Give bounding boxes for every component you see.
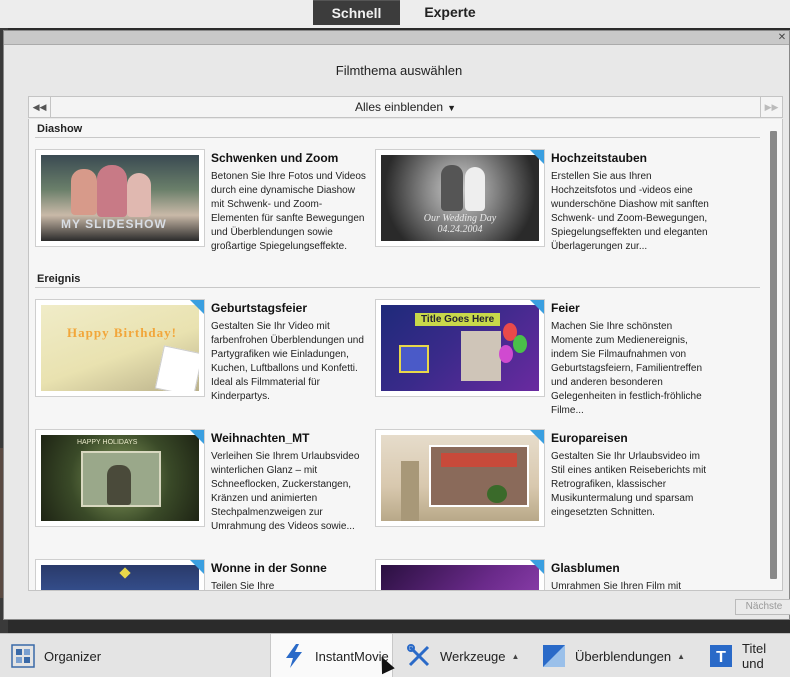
ueberblendungen-button[interactable]: Überblendungen ▲ bbox=[541, 634, 685, 677]
item-title: Schwenken und Zoom bbox=[211, 151, 339, 165]
item-description: Teilen Sie Ihre bbox=[211, 581, 275, 591]
theme-list[interactable]: Diashow MY SLIDESHOW Schwenken und Zoom … bbox=[28, 119, 783, 591]
lightning-icon bbox=[281, 643, 307, 669]
mode-bar: Schnell Experte bbox=[0, 0, 790, 28]
theme-item-geburtstagsfeier[interactable]: Happy Birthday! Geburtstagsfeier Gestalt… bbox=[35, 299, 365, 424]
premium-badge-icon bbox=[530, 150, 544, 164]
svg-text:T: T bbox=[716, 649, 726, 666]
film-theme-dialog: ✕ Filmthema auswählen ◀◀ Alles einblende… bbox=[3, 30, 790, 620]
item-description: Verleihen Sie Ihrem Urlaubsvideo winterl… bbox=[211, 451, 360, 532]
thumb-text: MY SLIDESHOW bbox=[61, 217, 167, 231]
theme-thumbnail bbox=[35, 559, 205, 590]
filter-bar: ◀◀ Alles einblenden ▼ ▶▶ bbox=[28, 96, 783, 118]
item-title: Weihnachten_MT bbox=[211, 431, 310, 445]
filter-dropdown[interactable]: Alles einblenden ▼ bbox=[29, 97, 782, 117]
premium-badge-icon bbox=[190, 560, 204, 574]
premium-badge-icon bbox=[190, 300, 204, 314]
theme-item-schwenken-und-zoom[interactable]: MY SLIDESHOW Schwenken und Zoom Betonen … bbox=[35, 149, 366, 274]
list-scrollbar[interactable] bbox=[770, 131, 777, 579]
organizer-icon bbox=[10, 643, 36, 669]
item-description: Gestalten Sie Ihr Urlaubsvideo im Stil e… bbox=[551, 451, 707, 518]
theme-thumbnail: Title Goes Here bbox=[375, 299, 545, 397]
dialog-titlebar: ✕ bbox=[4, 31, 789, 45]
divider bbox=[35, 137, 760, 138]
tab-schnell[interactable]: Schnell bbox=[313, 0, 400, 25]
divider bbox=[35, 287, 760, 288]
ueberblendungen-label: Überblendungen bbox=[575, 648, 672, 664]
premium-badge-icon bbox=[530, 560, 544, 574]
item-description: Erstellen Sie aus Ihren Hochzeitsfotos u… bbox=[551, 171, 709, 252]
theme-thumbnail bbox=[375, 429, 545, 527]
chevron-up-icon: ▲ bbox=[511, 651, 520, 661]
thumb-text: HAPPY HOLIDAYS bbox=[77, 439, 138, 446]
theme-thumbnail: Our Wedding Day 04.24.2004 bbox=[375, 149, 545, 247]
titel-button[interactable]: T Titel und bbox=[708, 634, 790, 677]
collapse-left-icon[interactable]: ◀◀ bbox=[29, 97, 51, 117]
section-header-diashow: Diashow bbox=[37, 123, 83, 135]
item-title: Glasblumen bbox=[551, 561, 620, 575]
thumb-text: Happy Birthday! bbox=[67, 325, 177, 340]
item-title: Feier bbox=[551, 301, 580, 315]
tools-icon bbox=[406, 643, 432, 669]
close-icon[interactable]: ✕ bbox=[775, 31, 789, 45]
organizer-label: Organizer bbox=[44, 648, 102, 664]
item-description: Umrahmen Sie Ihren Film mit bbox=[551, 581, 682, 591]
theme-item-feier[interactable]: Title Goes Here Feier Machen Sie Ihre sc… bbox=[375, 299, 705, 424]
item-title: Wonne in der Sonne bbox=[211, 561, 327, 575]
filter-label: Alles einblenden bbox=[355, 100, 444, 114]
collapse-right-icon[interactable]: ▶▶ bbox=[760, 97, 782, 117]
premium-badge-icon bbox=[530, 430, 544, 444]
theme-item-hochzeitstauben[interactable]: Our Wedding Day 04.24.2004 Hochzeitstaub… bbox=[375, 149, 709, 274]
chevron-up-icon: ▲ bbox=[677, 651, 686, 661]
tab-experte[interactable]: Experte bbox=[404, 0, 496, 25]
transition-icon bbox=[541, 643, 567, 669]
instantmovie-button[interactable]: InstantMovie bbox=[270, 634, 393, 677]
item-title: Europareisen bbox=[551, 431, 628, 445]
item-description: Gestalten Sie Ihr Video mit farbenfrohen… bbox=[211, 321, 364, 402]
theme-item-weihnachten[interactable]: HAPPY HOLIDAYS Weihnachten_MT Verleihen … bbox=[35, 429, 365, 554]
theme-thumbnail: HAPPY HOLIDAYS bbox=[35, 429, 205, 527]
premium-badge-icon bbox=[190, 430, 204, 444]
section-header-ereignis: Ereignis bbox=[37, 273, 81, 285]
dialog-title: Filmthema auswählen bbox=[335, 63, 463, 78]
titel-label: Titel und bbox=[742, 641, 767, 671]
item-description: Machen Sie Ihre schönsten Momente zum Me… bbox=[551, 321, 703, 416]
theme-item-europareisen[interactable]: Europareisen Gestalten Sie Ihr Urlaubsvi… bbox=[375, 429, 706, 554]
theme-item-glasblumen[interactable]: Glasblumen Umrahmen Sie Ihren Film mit bbox=[375, 559, 705, 590]
chevron-down-icon: ▼ bbox=[447, 103, 456, 113]
thumb-text: Our Wedding Day 04.24.2004 bbox=[423, 213, 497, 235]
item-title: Geburtstagsfeier bbox=[211, 301, 308, 315]
item-title: Hochzeitstauben bbox=[551, 151, 648, 165]
title-text-icon: T bbox=[708, 643, 734, 669]
next-button[interactable]: Nächste bbox=[735, 599, 790, 615]
werkzeuge-button[interactable]: Werkzeuge ▲ bbox=[406, 634, 519, 677]
theme-thumbnail bbox=[375, 559, 545, 590]
theme-item-wonne-in-der-sonne[interactable]: Wonne in der Sonne Teilen Sie Ihre bbox=[35, 559, 365, 590]
bottom-toolbar: Organizer InstantMovie Werkzeuge ▲ Überb… bbox=[0, 633, 790, 677]
premium-badge-icon bbox=[530, 300, 544, 314]
theme-thumbnail: MY SLIDESHOW bbox=[35, 149, 205, 247]
werkzeuge-label: Werkzeuge bbox=[440, 648, 506, 664]
theme-thumbnail: Happy Birthday! bbox=[35, 299, 205, 397]
organizer-button[interactable]: Organizer bbox=[10, 634, 101, 677]
item-description: Betonen Sie Ihre Fotos und Videos durch … bbox=[211, 171, 366, 252]
thumb-text: Title Goes Here bbox=[415, 313, 501, 326]
